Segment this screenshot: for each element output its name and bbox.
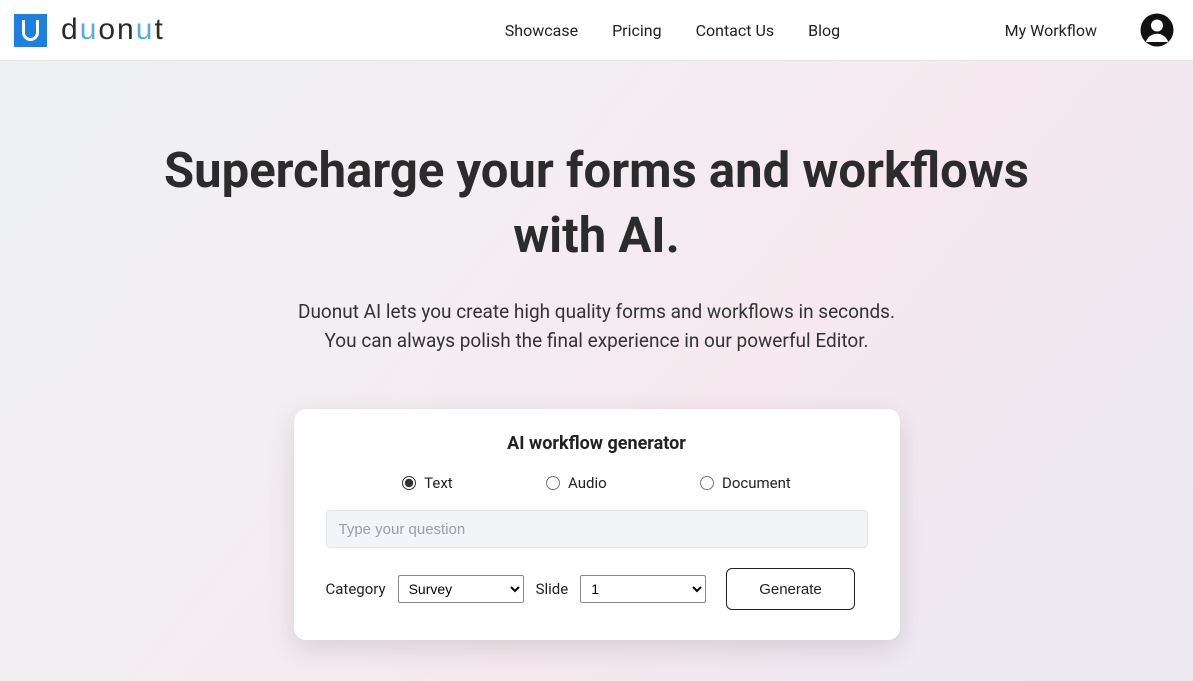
input-type-radios: Text Audio Document <box>326 474 868 492</box>
generate-button[interactable]: Generate <box>726 568 855 610</box>
generator-card: AI workflow generator Text Audio Documen… <box>294 409 900 640</box>
slide-label: Slide <box>536 580 569 598</box>
radio-document-input[interactable] <box>700 476 714 490</box>
nav-blog[interactable]: Blog <box>808 21 840 40</box>
logo[interactable]: duonut <box>14 13 165 47</box>
hero-subtitle-2: You can always polish the final experien… <box>0 327 1193 356</box>
nav-showcase[interactable]: Showcase <box>505 21 578 40</box>
nav-pricing[interactable]: Pricing <box>612 21 662 40</box>
hero-subtitle-1: Duonut AI lets you create high quality f… <box>0 298 1193 327</box>
category-label: Category <box>326 580 386 598</box>
radio-text-input[interactable] <box>402 476 416 490</box>
radio-text-label: Text <box>424 474 453 492</box>
header-right: My Workflow <box>1005 12 1175 48</box>
question-input[interactable] <box>326 510 868 548</box>
controls-row: Category Survey Slide 1 Generate <box>326 568 868 610</box>
hero-title: Supercharge your forms and workflows wit… <box>147 139 1047 268</box>
radio-audio[interactable]: Audio <box>546 474 607 492</box>
nav-contact[interactable]: Contact Us <box>696 21 775 40</box>
radio-audio-input[interactable] <box>546 476 560 490</box>
logo-text: duonut <box>61 13 165 47</box>
radio-text[interactable]: Text <box>402 474 453 492</box>
hero-section: Supercharge your forms and workflows wit… <box>0 61 1193 681</box>
my-workflow-link[interactable]: My Workflow <box>1005 21 1097 40</box>
card-title: AI workflow generator <box>326 433 868 454</box>
header: duonut Showcase Pricing Contact Us Blog … <box>0 0 1193 61</box>
category-select[interactable]: Survey <box>398 575 524 603</box>
slide-select[interactable]: 1 <box>580 575 706 603</box>
logo-icon <box>14 14 47 47</box>
radio-document-label: Document <box>722 474 791 492</box>
user-avatar-icon[interactable] <box>1139 12 1175 48</box>
main-nav: Showcase Pricing Contact Us Blog <box>505 21 840 40</box>
radio-audio-label: Audio <box>568 474 607 492</box>
radio-document[interactable]: Document <box>700 474 791 492</box>
